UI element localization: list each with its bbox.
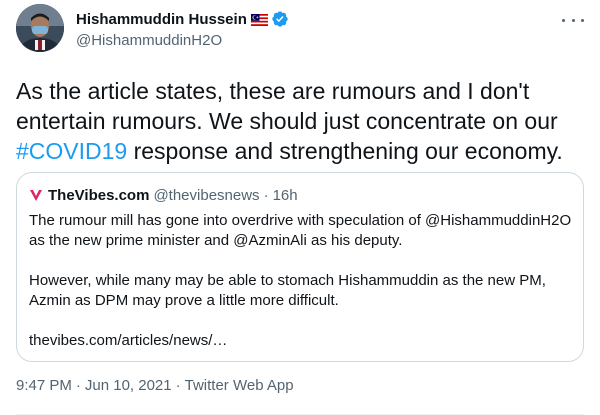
tweet-text-part1: As the article states, these are rumours… (16, 78, 558, 134)
tweet-header: Hishammuddin Hussein @HishammuddinH2O (76, 9, 560, 51)
verified-badge-icon (271, 10, 289, 28)
hashtag-link[interactable]: #COVID19 (16, 138, 127, 164)
avatar[interactable] (16, 4, 64, 52)
tweet: Hishammuddin Hussein @HishammuddinH2O As… (0, 0, 600, 415)
quoted-handle: @thevibesnews (153, 186, 260, 204)
more-options-icon[interactable] (562, 12, 584, 28)
tweet-text-part2: response and strengthening our economy. (127, 138, 563, 164)
author-handle[interactable]: @HishammuddinH2O (76, 31, 560, 51)
quoted-tweet-body: The rumour mill has gone into overdrive … (29, 211, 574, 351)
quoted-paragraph-1: The rumour mill has gone into overdrive … (29, 212, 572, 249)
quoted-link: thevibes.com/articles/news/… (29, 332, 228, 349)
quoted-time: 16h (272, 186, 298, 204)
name-row: Hishammuddin Hussein (76, 9, 560, 29)
tweet-source-app[interactable]: Twitter Web App (185, 377, 294, 394)
quoted-display-name: TheVibes.com (48, 186, 150, 204)
tweet-date[interactable]: Jun 10, 2021 (85, 377, 172, 394)
tweet-meta: 9:47 PM · Jun 10, 2021 · Twitter Web App (16, 376, 294, 396)
meta-separator-2: · (175, 377, 181, 394)
author-display-name[interactable]: Hishammuddin Hussein (76, 11, 247, 28)
tweet-text: As the article states, these are rumours… (16, 76, 586, 166)
tweet-time[interactable]: 9:47 PM (16, 377, 72, 394)
meta-separator-1: · (75, 377, 81, 394)
quoted-paragraph-2: However, while many may be able to stoma… (29, 272, 546, 309)
quoted-tweet-header: TheVibes.com @thevibesnews · 16h (29, 185, 298, 205)
quoted-separator: · (263, 186, 269, 204)
quoted-tweet[interactable]: TheVibes.com @thevibesnews · 16h The rum… (16, 172, 584, 362)
thevibes-logo-icon (29, 188, 43, 202)
malaysia-flag-icon (250, 13, 268, 26)
avatar-image-icon (16, 4, 64, 52)
